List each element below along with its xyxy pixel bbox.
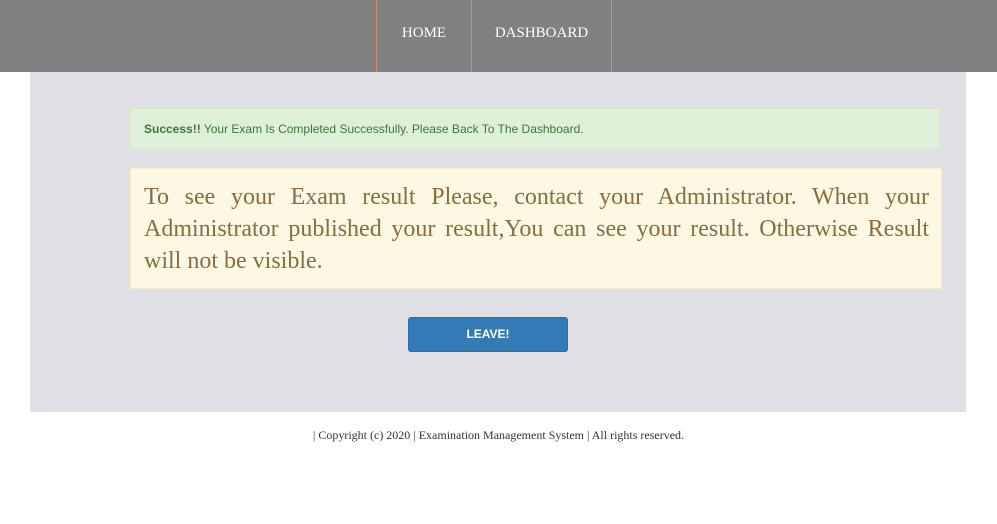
nav-dashboard-link[interactable]: DASHBOARD xyxy=(472,0,611,72)
nav-home-link[interactable]: HOME xyxy=(377,0,471,72)
leave-button[interactable]: LEAVE! xyxy=(408,317,568,352)
footer-copyright: | Copyright (c) 2020 | Examination Manag… xyxy=(312,428,685,442)
result-info-alert: To see your Exam result Please, contact … xyxy=(130,168,942,289)
success-alert: Success!! Your Exam Is Completed Success… xyxy=(130,108,940,150)
success-alert-message: Your Exam Is Completed Successfully. Ple… xyxy=(200,122,584,136)
nav-divider xyxy=(611,0,612,72)
top-navbar: HOME DASHBOARD xyxy=(0,0,997,72)
success-alert-title: Success!! xyxy=(144,122,201,136)
